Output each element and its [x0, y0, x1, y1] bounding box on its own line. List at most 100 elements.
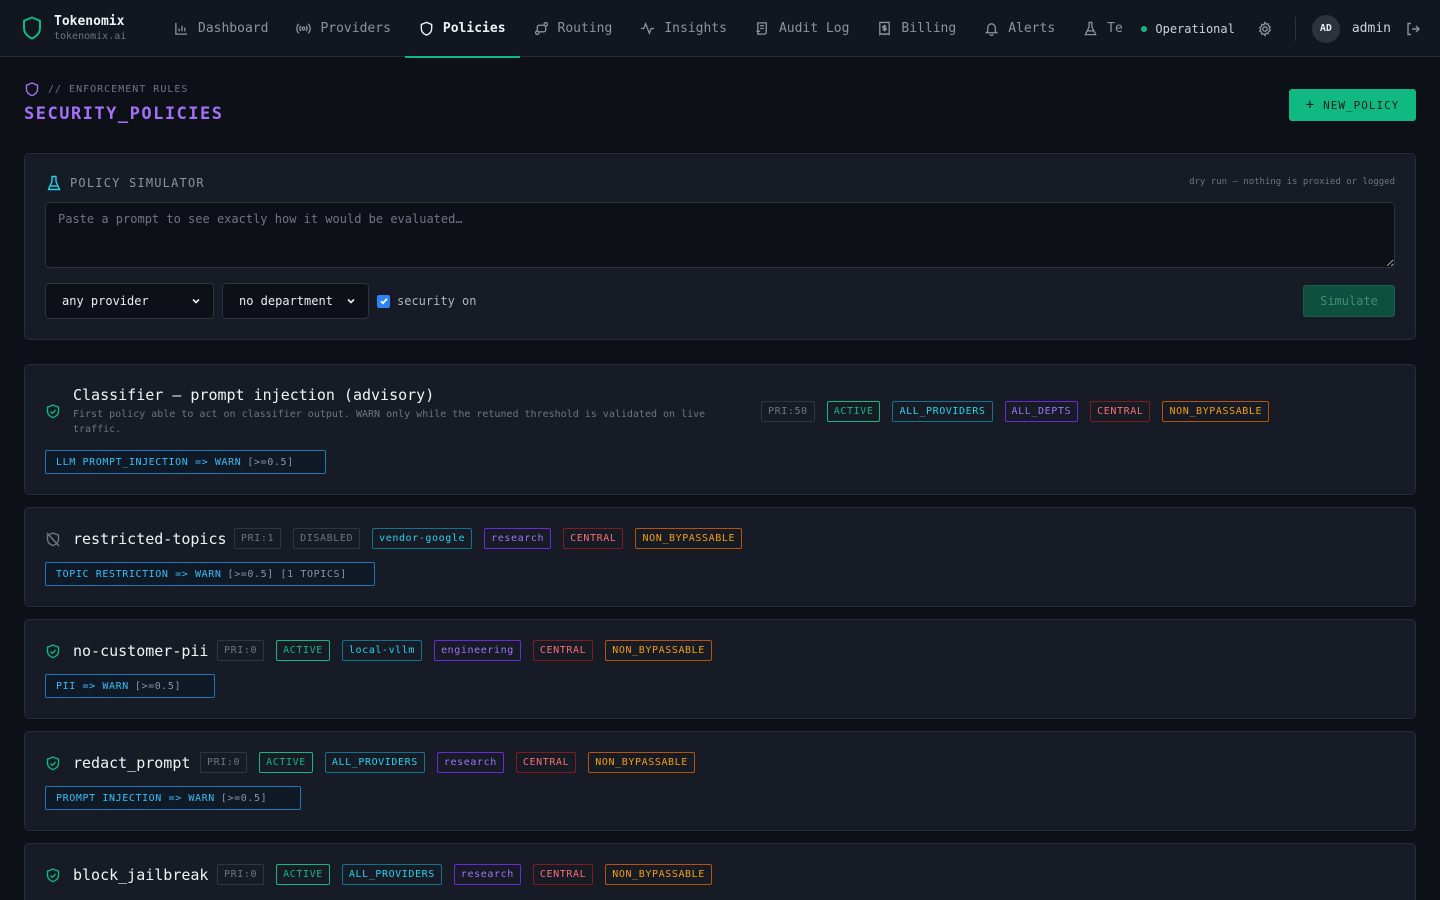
- status-badge: ACTIVE: [826, 401, 881, 422]
- breadcrumb-label: // ENFORCEMENT RULES: [48, 84, 189, 95]
- priority-badge: PRI:0: [217, 864, 265, 885]
- provider-badge: local-vllm: [341, 640, 423, 661]
- rule-action: PII => WARN: [56, 680, 129, 692]
- status-label: Operational: [1155, 21, 1235, 36]
- rule-action: LLM PROMPT_INJECTION => WARN: [56, 456, 242, 468]
- policy-tags: PRI:50 ACTIVE ALL_PROVIDERS ALL_DEPTS CE…: [761, 401, 1281, 422]
- policy-name: no-customer-pii: [73, 642, 209, 660]
- shield-icon: [420, 21, 433, 36]
- bypass-badge: NON_BYPASSABLE: [588, 752, 695, 773]
- rule-action: TOPIC RESTRICTION => WARN: [56, 568, 222, 580]
- policy-name: Classifier — prompt injection (advisory): [73, 386, 435, 404]
- breadcrumb: // ENFORCEMENT RULES: [25, 82, 188, 97]
- department-badge: research: [484, 528, 552, 549]
- policy-name: redact_prompt: [73, 754, 191, 772]
- simulate-button[interactable]: Simulate: [1303, 285, 1395, 317]
- shield-check-icon: [46, 868, 60, 883]
- avatar[interactable]: AD: [1311, 14, 1340, 43]
- brand[interactable]: Tokenomix tokenomix.ai: [0, 14, 150, 43]
- shield-logo-icon: [23, 16, 41, 40]
- simulator-header: POLICY SIMULATOR: [47, 175, 205, 191]
- nav-label: Te: [1107, 20, 1123, 36]
- nav-label: Audit Log: [778, 20, 850, 36]
- status-badge: ACTIVE: [259, 752, 313, 773]
- bell-icon: [984, 22, 999, 36]
- nav-item-te[interactable]: Te: [1069, 0, 1137, 57]
- nav-item-alerts[interactable]: Alerts: [970, 0, 1069, 57]
- policy-name: block_jailbreak: [73, 866, 209, 884]
- policy-card[interactable]: block_jailbreak PRI:0 ACTIVE ALL_PROVIDE…: [24, 843, 1416, 900]
- nav-items: Dashboard Providers Policies Routing Ins…: [160, 0, 1137, 58]
- bypass-badge: NON_BYPASSABLE: [635, 528, 743, 549]
- policy-rule: PROMPT INJECTION => WARN [>=0.5]: [45, 786, 301, 810]
- nav-item-routing[interactable]: Routing: [520, 0, 627, 57]
- department-select[interactable]: no department: [222, 283, 369, 319]
- rule-threshold: [>=0.5]: [247, 456, 294, 468]
- prompt-textarea[interactable]: [45, 202, 1395, 268]
- nav-label: Insights: [664, 20, 727, 36]
- status-dot: [1141, 25, 1148, 32]
- receipt-icon: [879, 21, 891, 36]
- nav-item-billing[interactable]: Billing: [863, 0, 970, 57]
- scope-badge: CENTRAL: [563, 528, 624, 549]
- top-nav: Tokenomix tokenomix.ai Dashboard Provide…: [0, 0, 1440, 58]
- policy-tags: PRI:1 DISABLED vendor-google research CE…: [234, 528, 754, 549]
- brand-domain: tokenomix.ai: [54, 30, 127, 42]
- priority-badge: PRI:1: [234, 528, 282, 549]
- chevron-down-icon: [192, 298, 200, 304]
- nav-label: Alerts: [1008, 20, 1056, 36]
- rule-threshold: [>=0.5] [1 TOPICS]: [227, 568, 347, 580]
- provider-badge: ALL_PROVIDERS: [892, 401, 993, 422]
- policy-card[interactable]: Classifier — prompt injection (advisory)…: [24, 364, 1416, 495]
- nav-item-dashboard[interactable]: Dashboard: [160, 0, 282, 57]
- security-label: security on: [397, 294, 477, 308]
- policy-card[interactable]: redact_prompt PRI:0 ACTIVE ALL_PROVIDERS…: [24, 731, 1416, 831]
- rule-threshold: [>=0.5]: [134, 680, 182, 692]
- bypass-badge: NON_BYPASSABLE: [605, 864, 712, 885]
- logout-icon[interactable]: [1405, 21, 1421, 37]
- department-select-value: no department: [239, 294, 333, 308]
- chevron-down-icon: [347, 298, 355, 304]
- policy-card[interactable]: restricted-topics PRI:1 DISABLED vendor-…: [24, 507, 1416, 607]
- policy-rule: TOPIC RESTRICTION => WARN [>=0.5] [1 TOP…: [45, 562, 375, 586]
- activity-icon: [641, 21, 655, 35]
- new-policy-button[interactable]: + NEW_POLICY: [1289, 89, 1416, 121]
- policy-description: First policy able to act on classifier o…: [73, 409, 706, 435]
- nav-right: Operational AD admin: [1141, 0, 1440, 57]
- policy-tags: PRI:0 ACTIVE local-vllm engineering CENT…: [217, 640, 724, 661]
- route-icon: [534, 21, 548, 35]
- nav-label: Billing: [901, 20, 957, 36]
- policy-simulator: POLICY SIMULATOR dry run — nothing is pr…: [24, 153, 1416, 340]
- provider-badge: ALL_PROVIDERS: [341, 864, 442, 885]
- policy-tags: PRI:0 ACTIVE ALL_PROVIDERS research CENT…: [200, 752, 707, 773]
- system-status: Operational: [1141, 21, 1235, 36]
- shield-check-icon: [46, 644, 60, 659]
- nav-item-providers[interactable]: Providers: [282, 0, 404, 57]
- flask-icon: [1084, 21, 1097, 35]
- provider-badge: ALL_PROVIDERS: [324, 752, 425, 773]
- rule-threshold: [>=0.5]: [220, 792, 268, 804]
- security-checkbox[interactable]: security on: [377, 294, 476, 308]
- policy-card[interactable]: no-customer-pii PRI:0 ACTIVE local-vllm …: [24, 619, 1416, 719]
- simulator-title: POLICY SIMULATOR: [70, 176, 205, 190]
- shield-off-icon: [46, 532, 60, 547]
- priority-badge: PRI:0: [200, 752, 248, 773]
- plus-icon: +: [1305, 97, 1316, 113]
- user-name[interactable]: admin: [1352, 21, 1391, 36]
- scope-badge: CENTRAL: [1090, 401, 1151, 422]
- nav-item-audit-log[interactable]: Audit Log: [741, 0, 863, 57]
- policy-tags: PRI:0 ACTIVE ALL_PROVIDERS research CENT…: [217, 864, 724, 885]
- gear-icon[interactable]: [1257, 20, 1273, 37]
- nav-item-insights[interactable]: Insights: [626, 0, 741, 57]
- checkbox-checked[interactable]: [377, 294, 390, 308]
- provider-select-value: any provider: [62, 294, 149, 308]
- department-badge: ALL_DEPTS: [1004, 401, 1079, 422]
- priority-badge: PRI:50: [761, 401, 815, 422]
- nav-item-policies[interactable]: Policies: [404, 0, 520, 58]
- shield-check-icon: [46, 404, 60, 419]
- status-badge: ACTIVE: [276, 864, 330, 885]
- provider-select[interactable]: any provider: [45, 283, 214, 319]
- status-badge: ACTIVE: [276, 640, 330, 661]
- shield-icon: [25, 82, 39, 97]
- department-badge: research: [453, 864, 521, 885]
